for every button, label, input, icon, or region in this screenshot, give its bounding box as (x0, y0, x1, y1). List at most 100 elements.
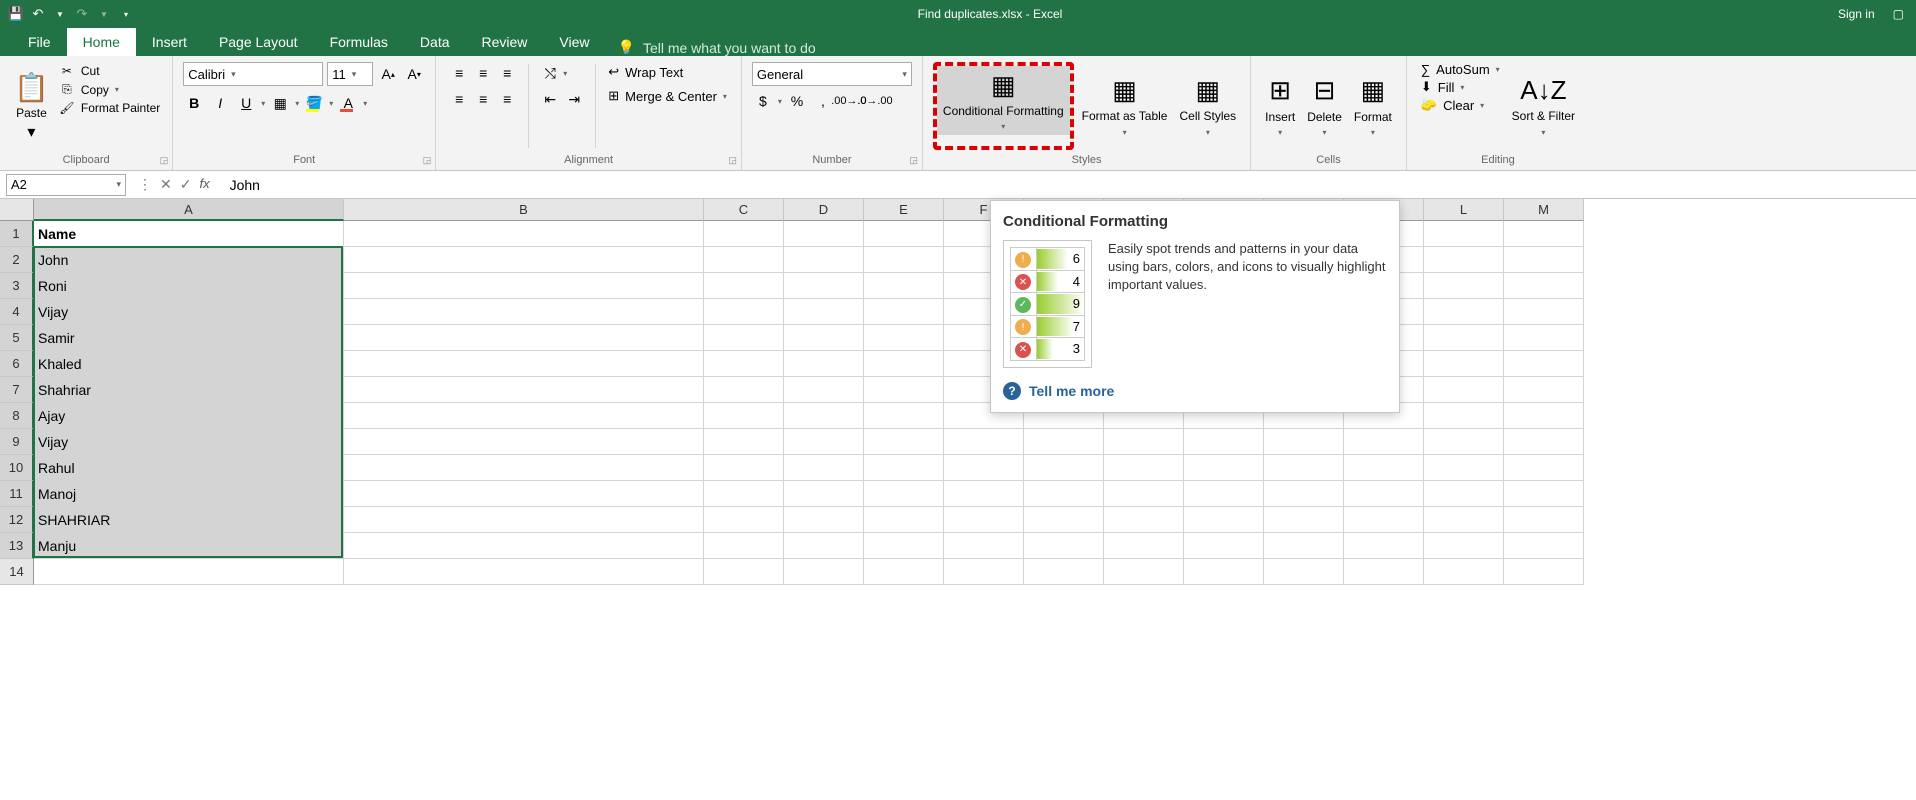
cell-B9[interactable] (344, 429, 704, 455)
delete-cells-button[interactable]: ⊟ Delete ▾ (1301, 60, 1348, 152)
cell-B10[interactable] (344, 455, 704, 481)
row-header-7[interactable]: 7 (0, 377, 34, 403)
col-header-A[interactable]: A (34, 199, 344, 221)
sort-filter-button[interactable]: A↓Z Sort & Filter ▾ (1506, 60, 1581, 152)
cell-G14[interactable] (1024, 559, 1104, 585)
clipboard-launcher-icon[interactable]: ◲ (160, 155, 169, 166)
cell-C9[interactable] (704, 429, 784, 455)
cell-C10[interactable] (704, 455, 784, 481)
cell-B11[interactable] (344, 481, 704, 507)
row-header-11[interactable]: 11 (0, 481, 34, 507)
col-header-C[interactable]: C (704, 199, 784, 221)
cell-C8[interactable] (704, 403, 784, 429)
cell-F12[interactable] (944, 507, 1024, 533)
cell-C1[interactable] (704, 221, 784, 247)
tab-file[interactable]: File (12, 28, 67, 56)
cell-E5[interactable] (864, 325, 944, 351)
cell-D10[interactable] (784, 455, 864, 481)
cell-L11[interactable] (1424, 481, 1504, 507)
underline-button[interactable]: U (235, 92, 257, 114)
cell-A14[interactable] (34, 559, 344, 585)
font-name-combo[interactable]: Calibri▾ (183, 62, 323, 86)
dots-icon[interactable]: ⋮ (138, 176, 152, 193)
row-header-9[interactable]: 9 (0, 429, 34, 455)
cell-L12[interactable] (1424, 507, 1504, 533)
cell-H12[interactable] (1104, 507, 1184, 533)
cell-I12[interactable] (1184, 507, 1264, 533)
cell-B14[interactable] (344, 559, 704, 585)
cell-M12[interactable] (1504, 507, 1584, 533)
select-all-corner[interactable] (0, 199, 34, 221)
tab-review[interactable]: Review (466, 28, 544, 56)
cell-J11[interactable] (1264, 481, 1344, 507)
cell-D1[interactable] (784, 221, 864, 247)
cell-E7[interactable] (864, 377, 944, 403)
redo-dropdown-icon[interactable]: ▼ (96, 6, 112, 22)
fill-color-dropdown[interactable]: ▾ (329, 99, 333, 108)
cell-A3[interactable]: Roni (34, 273, 344, 299)
col-header-M[interactable]: M (1504, 199, 1584, 221)
copy-button[interactable]: ⎘Copy ▾ (59, 82, 160, 97)
cell-J10[interactable] (1264, 455, 1344, 481)
row-header-4[interactable]: 4 (0, 299, 34, 325)
percent-button[interactable]: % (786, 90, 808, 112)
cell-J13[interactable] (1264, 533, 1344, 559)
cell-A5[interactable]: Samir (34, 325, 344, 351)
cell-D12[interactable] (784, 507, 864, 533)
tab-data[interactable]: Data (404, 28, 466, 56)
cell-B3[interactable] (344, 273, 704, 299)
undo-dropdown-icon[interactable]: ▼ (52, 6, 68, 22)
format-cells-button[interactable]: ▦ Format ▾ (1348, 60, 1398, 152)
tab-insert[interactable]: Insert (136, 28, 203, 56)
wrap-text-button[interactable]: ↩Wrap Text (606, 62, 729, 82)
cell-A4[interactable]: Vijay (34, 299, 344, 325)
increase-indent-button[interactable]: ⇥ (563, 88, 585, 110)
cell-C2[interactable] (704, 247, 784, 273)
cell-L7[interactable] (1424, 377, 1504, 403)
insert-cells-button[interactable]: ⊞ Insert ▾ (1259, 60, 1301, 152)
cell-C4[interactable] (704, 299, 784, 325)
cell-A13[interactable]: Manju (34, 533, 344, 559)
alignment-launcher-icon[interactable]: ◲ (728, 155, 737, 166)
row-header-10[interactable]: 10 (0, 455, 34, 481)
cell-M13[interactable] (1504, 533, 1584, 559)
cell-E8[interactable] (864, 403, 944, 429)
cell-D2[interactable] (784, 247, 864, 273)
row-header-13[interactable]: 13 (0, 533, 34, 559)
cell-E3[interactable] (864, 273, 944, 299)
align-middle-button[interactable]: ≡ (472, 62, 494, 84)
cell-D8[interactable] (784, 403, 864, 429)
cell-L3[interactable] (1424, 273, 1504, 299)
cell-M4[interactable] (1504, 299, 1584, 325)
cell-I14[interactable] (1184, 559, 1264, 585)
cell-F13[interactable] (944, 533, 1024, 559)
cell-I13[interactable] (1184, 533, 1264, 559)
italic-button[interactable]: I (209, 92, 231, 114)
shrink-font-button[interactable]: A▾ (403, 63, 425, 85)
save-icon[interactable]: 💾 (8, 6, 24, 22)
cell-L2[interactable] (1424, 247, 1504, 273)
cell-E14[interactable] (864, 559, 944, 585)
fill-color-button[interactable]: 🪣 (303, 92, 325, 114)
cell-J9[interactable] (1264, 429, 1344, 455)
cell-E4[interactable] (864, 299, 944, 325)
cell-B13[interactable] (344, 533, 704, 559)
cell-L9[interactable] (1424, 429, 1504, 455)
col-header-D[interactable]: D (784, 199, 864, 221)
cell-M9[interactable] (1504, 429, 1584, 455)
ribbon-display-options-icon[interactable]: ▢ (1893, 7, 1904, 21)
cell-B5[interactable] (344, 325, 704, 351)
align-top-button[interactable]: ≡ (448, 62, 470, 84)
cell-A8[interactable]: Ajay (34, 403, 344, 429)
cell-L13[interactable] (1424, 533, 1504, 559)
underline-dropdown[interactable]: ▾ (261, 99, 265, 108)
col-header-E[interactable]: E (864, 199, 944, 221)
conditional-formatting-button[interactable]: ▦ Conditional Formatting ▾ (937, 66, 1070, 135)
cell-L5[interactable] (1424, 325, 1504, 351)
cell-H9[interactable] (1104, 429, 1184, 455)
cell-D9[interactable] (784, 429, 864, 455)
cell-K10[interactable] (1344, 455, 1424, 481)
cell-H10[interactable] (1104, 455, 1184, 481)
decrease-decimal-button[interactable]: .0→.00 (864, 90, 886, 112)
col-header-L[interactable]: L (1424, 199, 1504, 221)
